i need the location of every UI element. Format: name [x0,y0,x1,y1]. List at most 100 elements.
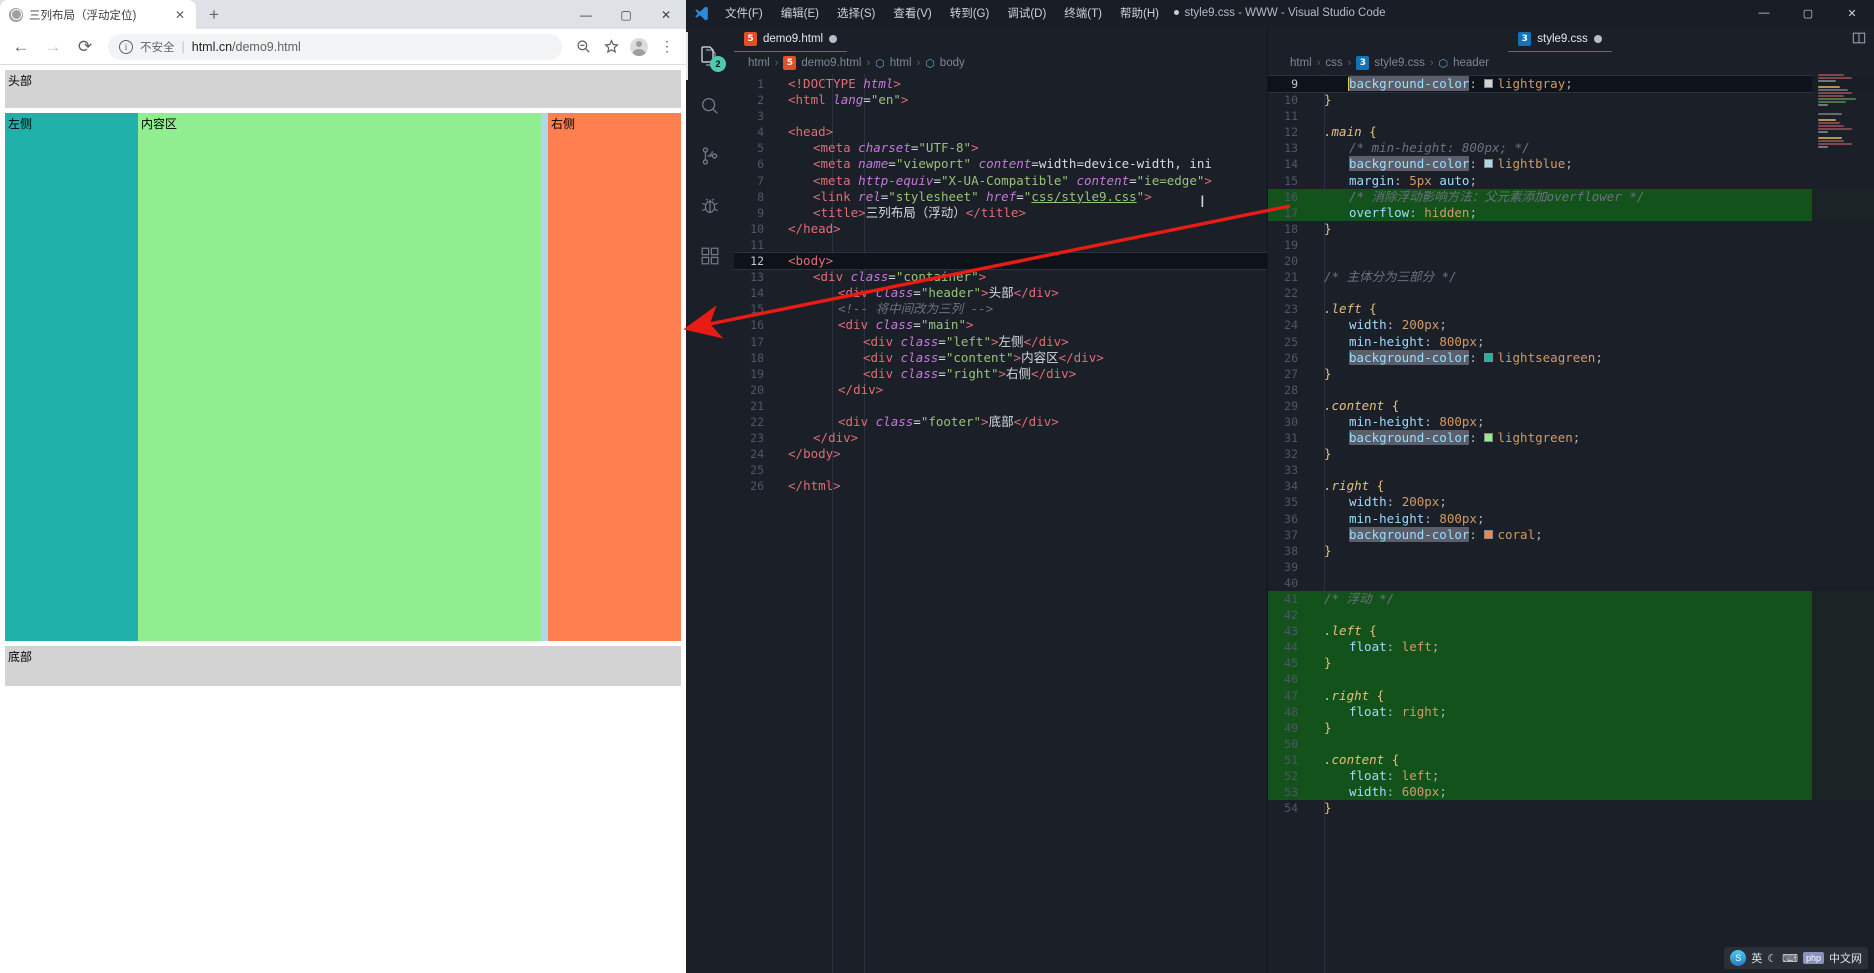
code-line[interactable]: 5 <meta charset="UTF-8"> [734,140,1267,156]
code-line[interactable]: 18 <div class="content">内容区</div> [734,350,1267,366]
code-line[interactable]: 50 [1268,735,1874,752]
maximize-button[interactable]: ▢ [606,0,646,29]
ime-moon-icon[interactable]: ☾ [1767,952,1777,965]
breadcrumb-item[interactable]: body [940,57,965,69]
code-line[interactable]: 30 min-height: 800px; [1268,414,1874,430]
tab-demo9-html[interactable]: 5 demo9.html [734,26,848,52]
breadcrumb-item[interactable]: style9.css [1374,57,1425,69]
extensions-icon[interactable] [686,232,734,280]
menu-item-0[interactable]: 文件(F) [716,2,772,24]
forward-button[interactable]: → [38,32,68,62]
search-minus-icon[interactable] [570,34,596,60]
breadcrumb-item[interactable]: html [1290,57,1312,69]
menu-item-1[interactable]: 编辑(E) [772,2,828,24]
code-line[interactable]: 15 margin: 5px auto; [1268,173,1874,189]
avatar[interactable] [626,34,652,60]
code-line[interactable]: 21 [734,398,1267,414]
code-line[interactable]: 46 [1268,671,1874,688]
code-line[interactable]: 23 </div> [734,430,1267,446]
code-line[interactable]: 18} [1268,221,1874,237]
tab-style9-css[interactable]: 3 style9.css [1508,26,1612,52]
code-line[interactable]: 13 /* min-height: 800px; */ [1268,140,1874,156]
code-line[interactable]: 4 <head> [734,124,1267,140]
code-line[interactable]: 26 </html> [734,478,1267,494]
vscode-close-button[interactable]: ✕ [1830,0,1874,26]
menu-item-6[interactable]: 终端(T) [1055,2,1111,24]
code-line[interactable]: 12 .main { [1268,124,1874,140]
close-icon[interactable]: ✕ [172,7,188,23]
code-line[interactable]: 25 min-height: 800px; [1268,334,1874,350]
code-line[interactable]: 17 <div class="left">左侧</div> [734,334,1267,350]
ime-keyboard-icon[interactable]: ⌨ [1782,952,1798,965]
code-editor-html[interactable]: 1 <!DOCTYPE html> 2 <html lang="en"> 3 4 <head… [734,74,1267,973]
vscode-maximize-button[interactable]: ▢ [1786,0,1830,26]
code-line[interactable]: 15 <!-- 将中间改为三列 --> [734,301,1267,317]
code-line[interactable]: 1 <!DOCTYPE html> [734,76,1267,92]
breadcrumb-item[interactable]: html [748,57,770,69]
code-line[interactable]: 31 background-color: lightgreen; [1268,430,1874,446]
menu-item-3[interactable]: 查看(V) [884,2,940,24]
code-line[interactable]: 11 [1268,108,1874,124]
code-line[interactable]: 14 <div class="header">头部</div> [734,285,1267,301]
info-icon[interactable]: i [119,39,133,54]
code-line[interactable]: 3 [734,108,1267,124]
code-line[interactable]: 47 .right { [1268,687,1874,704]
unsaved-dot-icon[interactable] [1593,34,1602,43]
code-line[interactable]: 27} [1268,366,1874,382]
code-line[interactable]: 14 background-color: lightblue; [1268,156,1874,172]
code-line[interactable]: 24 width: 200px; [1268,317,1874,333]
vscode-minimize-button[interactable]: — [1742,0,1786,26]
code-line[interactable]: 19 <div class="right">右侧</div> [734,366,1267,382]
code-line[interactable]: 43 .left { [1268,623,1874,640]
code-line[interactable]: 54} [1268,800,1874,816]
code-line[interactable]: 42 [1268,607,1874,624]
code-line[interactable]: 49} [1268,719,1874,736]
code-line[interactable]: 23 .left { [1268,301,1874,317]
code-line[interactable]: 53 width: 600px; [1268,784,1874,801]
chrome-menu-icon[interactable]: ⋮ [654,34,680,60]
code-line[interactable]: 8 <link rel="stylesheet" href="css/style9… [734,189,1267,205]
menu-item-5[interactable]: 调试(D) [998,2,1055,24]
code-line[interactable]: 19 [1268,237,1874,253]
code-line[interactable]: 36 min-height: 800px; [1268,511,1874,527]
code-line[interactable]: 16 /* 消除浮动影响方法：父元素添加overflower */ [1268,188,1874,205]
code-line[interactable]: 21 /* 主体分为三部分 */ [1268,269,1874,285]
minimap-css[interactable] [1812,74,1874,973]
code-line[interactable]: 16 <div class="main"> [734,317,1267,333]
browser-tab[interactable]: 三列布局（浮动定位) ✕ [0,0,196,29]
code-line[interactable]: 9 <title>三列布局（浮动）</title> [734,205,1267,221]
code-line[interactable]: 24 </body> [734,446,1267,462]
source-control-icon[interactable] [686,132,734,180]
ime-status-bar[interactable]: S 英 ☾ ⌨ php 中文网 [1724,947,1868,969]
close-button[interactable]: ✕ [646,0,686,29]
code-line[interactable]: 32} [1268,446,1874,462]
address-bar[interactable]: i 不安全 | html.cn/demo9.html [108,33,562,60]
code-line[interactable]: 20 [1268,253,1874,269]
code-line[interactable]: 20 </div> [734,382,1267,398]
code-line[interactable]: 28 [1268,382,1874,398]
code-line[interactable]: 13 <div class="container"> [734,269,1267,285]
code-line[interactable]: 10} [1268,92,1874,108]
menu-item-4[interactable]: 转到(G) [941,2,999,24]
menu-item-2[interactable]: 选择(S) [828,2,884,24]
code-line[interactable]: 12 <body> [734,252,1267,271]
breadcrumb-item[interactable]: header [1453,57,1489,69]
code-line[interactable]: 52 float: left; [1268,768,1874,785]
search-icon[interactable] [686,82,734,130]
code-line[interactable]: 29 .content { [1268,398,1874,414]
code-line[interactable]: 35 width: 200px; [1268,494,1874,510]
code-line[interactable]: 7 <meta http-equiv="X-UA-Compatible" cont… [734,173,1267,189]
ime-lang-label[interactable]: 英 [1751,950,1762,966]
new-tab-button[interactable]: + [200,1,228,29]
reload-button[interactable]: ⟳ [70,32,100,62]
star-icon[interactable] [598,34,624,60]
code-line[interactable]: 10 </head> [734,221,1267,237]
code-line[interactable]: 26 background-color: lightseagreen; [1268,349,1874,366]
code-line[interactable]: 37 background-color: coral; [1268,526,1874,543]
code-line[interactable]: 17 overflow: hidden; [1268,204,1874,221]
code-line[interactable]: 44 float: left; [1268,639,1874,656]
code-line[interactable]: 38} [1268,543,1874,559]
explorer-icon[interactable]: 2 [686,32,734,80]
code-line[interactable]: 51 .content { [1268,751,1874,769]
breadcrumb-item[interactable]: html [890,57,912,69]
